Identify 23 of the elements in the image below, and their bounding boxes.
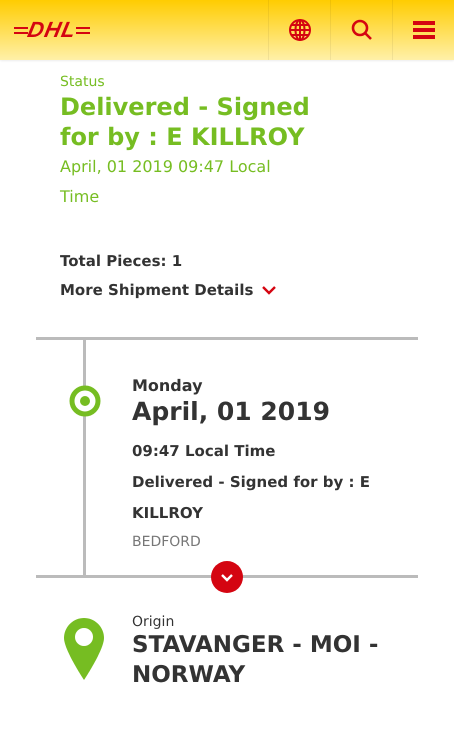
expand-button[interactable] [211, 561, 243, 593]
location-pin-icon [64, 618, 104, 680]
origin-place: STAVANGER - MOI - NORWAY [132, 631, 380, 690]
search-icon [350, 18, 374, 42]
logo: DHL [25, 17, 79, 43]
status-datetime: April, 01 2019 09:47 Local Time [60, 156, 272, 208]
event-location: BEDFORD [132, 533, 202, 552]
event-time: 09:47 Local Time [132, 441, 276, 462]
status-label: Status [60, 74, 106, 90]
more-details-toggle[interactable]: More Shipment Details [60, 281, 278, 299]
timeline-dot-icon [68, 384, 102, 418]
total-pieces: Total Pieces: 1 [60, 252, 184, 270]
menu-icon [412, 20, 434, 40]
logo-stripe-icon [14, 26, 28, 34]
globe-icon [288, 18, 312, 42]
chevron-icon [220, 572, 234, 582]
event-date: April, 01 2019 [132, 397, 331, 426]
event-description: Delivered - Signed for by : E KILLROY [132, 472, 371, 524]
chevron-icon [261, 285, 278, 295]
status-headline: Delivered - Signed for by : E KILLROY [60, 92, 310, 152]
origin-label: Origin [132, 614, 176, 630]
logo-stripe-icon [76, 26, 90, 34]
event-weekday: Monday [132, 376, 204, 395]
